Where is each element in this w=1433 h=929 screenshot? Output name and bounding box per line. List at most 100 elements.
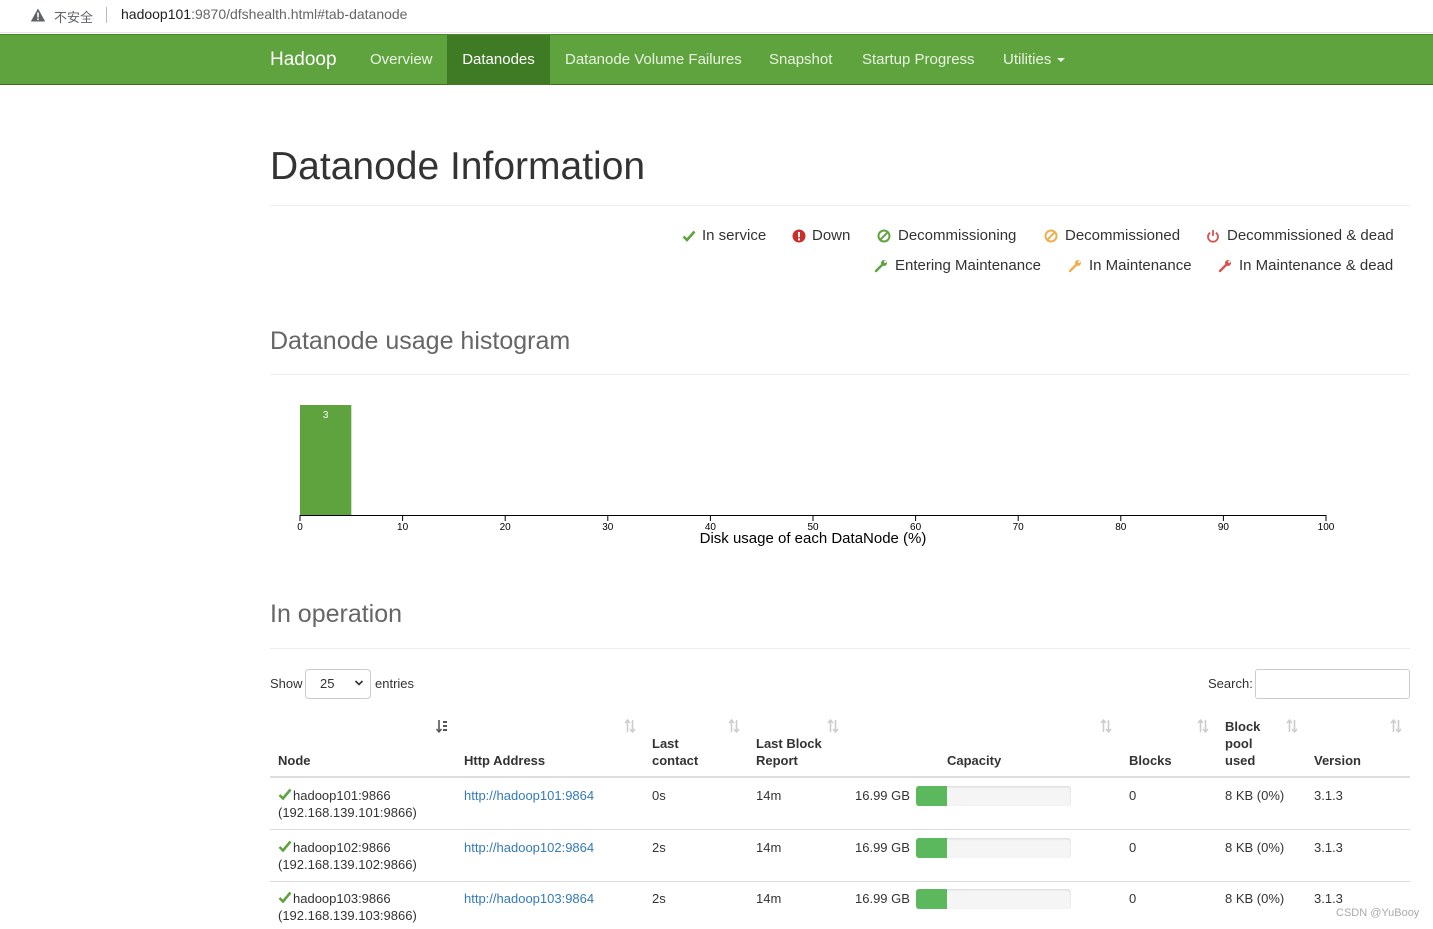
column-header-version[interactable]: Version — [1314, 752, 1361, 769]
version: 3.1.3 — [1314, 788, 1343, 803]
histogram-bar — [300, 405, 352, 515]
search-input[interactable] — [1255, 669, 1410, 699]
http-address-link[interactable]: http://hadoop103:9864 — [464, 890, 594, 907]
sort-icon[interactable] — [1390, 719, 1402, 733]
x-axis-tick-label: 70 — [1013, 522, 1025, 533]
column-header-block-pool-used[interactable]: Block pool used — [1225, 718, 1260, 769]
legend-down: Down — [792, 227, 857, 247]
column-header-http-address[interactable]: Http Address — [464, 752, 545, 769]
capacity-value: 16.99 GB — [855, 788, 910, 803]
capacity-progress-bar — [916, 838, 1071, 858]
x-axis-tick-label: 30 — [602, 522, 614, 533]
address-separator — [106, 7, 107, 23]
legend-label: Decommissioned & dead — [1227, 227, 1394, 244]
x-axis-label: Disk usage of each DataNode (%) — [700, 530, 927, 547]
legend-in-service: In service — [682, 227, 772, 247]
browser-address-bar: 不安全 hadoop101:9870/dfshealth.html#tab-da… — [0, 0, 1433, 33]
nav-utilities[interactable]: Utilities — [988, 35, 1080, 85]
legend-decommissioning: Decommissioning — [877, 227, 1022, 247]
http-address-link[interactable]: http://hadoop101:9864 — [464, 787, 594, 804]
table-header-divider — [270, 776, 1410, 778]
legend-label: Decommissioning — [898, 227, 1017, 244]
column-header-blocks[interactable]: Blocks — [1129, 752, 1172, 769]
column-header-last-block-report[interactable]: Last Block Report — [756, 735, 822, 769]
last-block-report: 14m — [756, 891, 782, 906]
column-header-last-contact[interactable]: Last contact — [652, 735, 698, 769]
ban-icon — [1044, 229, 1058, 243]
check-icon — [278, 891, 292, 904]
blocks-count: 0 — [1129, 840, 1137, 855]
insecure-label[interactable]: 不安全 — [54, 7, 93, 26]
nav-datanodes[interactable]: Datanodes — [447, 35, 550, 85]
brand-logo[interactable]: Hadoop — [270, 49, 337, 71]
usage-histogram-chart: 30 10 20 30 40 50 60 70 80 90 100Disk usage of eac… — [297, 405, 1335, 547]
caret-down-icon — [1057, 58, 1066, 63]
check-icon — [682, 230, 696, 242]
wrench-icon — [1218, 260, 1231, 273]
power-icon — [1207, 230, 1219, 243]
legend-entering-maintenance: Entering Maintenance — [874, 257, 1044, 277]
histogram-divider — [270, 374, 1410, 375]
page-title: Datanode Information — [270, 145, 646, 188]
sort-icon[interactable] — [1100, 719, 1112, 733]
operation-title: In operation — [270, 600, 403, 628]
nav-overview[interactable]: Overview — [355, 35, 448, 85]
check-icon — [278, 840, 292, 853]
sort-icon[interactable] — [1197, 719, 1209, 733]
row-divider — [270, 829, 1410, 830]
node-ip: (192.168.139.101:9866) — [278, 805, 417, 820]
capacity-progress-fill — [916, 889, 947, 909]
node-ip: (192.168.139.102:9866) — [278, 857, 417, 872]
capacity-progress-bar — [916, 786, 1071, 806]
legend-in-maintenance: In Maintenance — [1068, 257, 1194, 277]
title-divider — [270, 205, 1410, 206]
legend-label: In Maintenance & dead — [1239, 257, 1394, 274]
version: 3.1.3 — [1314, 891, 1343, 906]
nav-datanode-volume-failures[interactable]: Datanode Volume Failures — [550, 35, 757, 85]
entries-label: entries — [375, 676, 415, 691]
nav-startup-progress[interactable]: Startup Progress — [847, 35, 990, 85]
nav-utilities-label: Utilities — [1003, 51, 1052, 68]
nav-snapshot[interactable]: Snapshot — [754, 35, 847, 85]
page-length-select[interactable]: 25 — [305, 669, 371, 699]
operation-divider — [270, 648, 1410, 649]
capacity-value: 16.99 GB — [855, 840, 910, 855]
sort-icon[interactable] — [1286, 719, 1298, 733]
blocks-count: 0 — [1129, 788, 1137, 803]
legend-decommissioned: Decommissioned — [1044, 227, 1184, 247]
last-contact: 2s — [652, 840, 666, 855]
ban-icon — [877, 229, 891, 243]
http-address-link[interactable]: http://hadoop102:9864 — [464, 839, 594, 856]
wrench-icon — [874, 260, 887, 273]
legend-label: Decommissioned — [1065, 227, 1181, 244]
sort-icon[interactable] — [827, 719, 839, 733]
show-label: Show — [270, 676, 303, 691]
blocks-count: 0 — [1129, 891, 1137, 906]
capacity-value: 16.99 GB — [855, 891, 910, 906]
histogram-bar-label: 3 — [323, 410, 329, 421]
sort-ascending-icon[interactable] — [436, 719, 448, 733]
exclamation-circle-icon — [792, 229, 806, 243]
column-header-capacity[interactable]: Capacity — [947, 752, 1001, 769]
legend-label: In service — [702, 227, 767, 244]
node-name: hadoop101:9866 — [293, 788, 391, 803]
capacity-progress-fill — [916, 838, 947, 858]
wrench-icon — [1068, 260, 1081, 273]
x-axis-tick-label: 10 — [397, 522, 409, 533]
url-host: hadoop101 — [121, 6, 192, 22]
sort-icon[interactable] — [624, 719, 636, 733]
url-text[interactable]: hadoop101:9870/dfshealth.html#tab-datano… — [121, 6, 407, 22]
node-name: hadoop102:9866 — [293, 840, 391, 855]
check-icon — [278, 788, 292, 801]
version: 3.1.3 — [1314, 840, 1343, 855]
warning-triangle-icon[interactable] — [30, 7, 46, 23]
block-pool-used: 8 KB (0%) — [1225, 840, 1285, 855]
capacity-progress-fill — [916, 786, 947, 806]
sort-icon[interactable] — [728, 719, 740, 733]
column-header-node[interactable]: Node — [278, 752, 311, 769]
capacity-progress-bar — [916, 889, 1071, 909]
histogram-title: Datanode usage histogram — [270, 327, 571, 355]
row-divider — [270, 881, 1410, 882]
block-pool-used: 8 KB (0%) — [1225, 891, 1285, 906]
node-ip: (192.168.139.103:9866) — [278, 908, 417, 923]
